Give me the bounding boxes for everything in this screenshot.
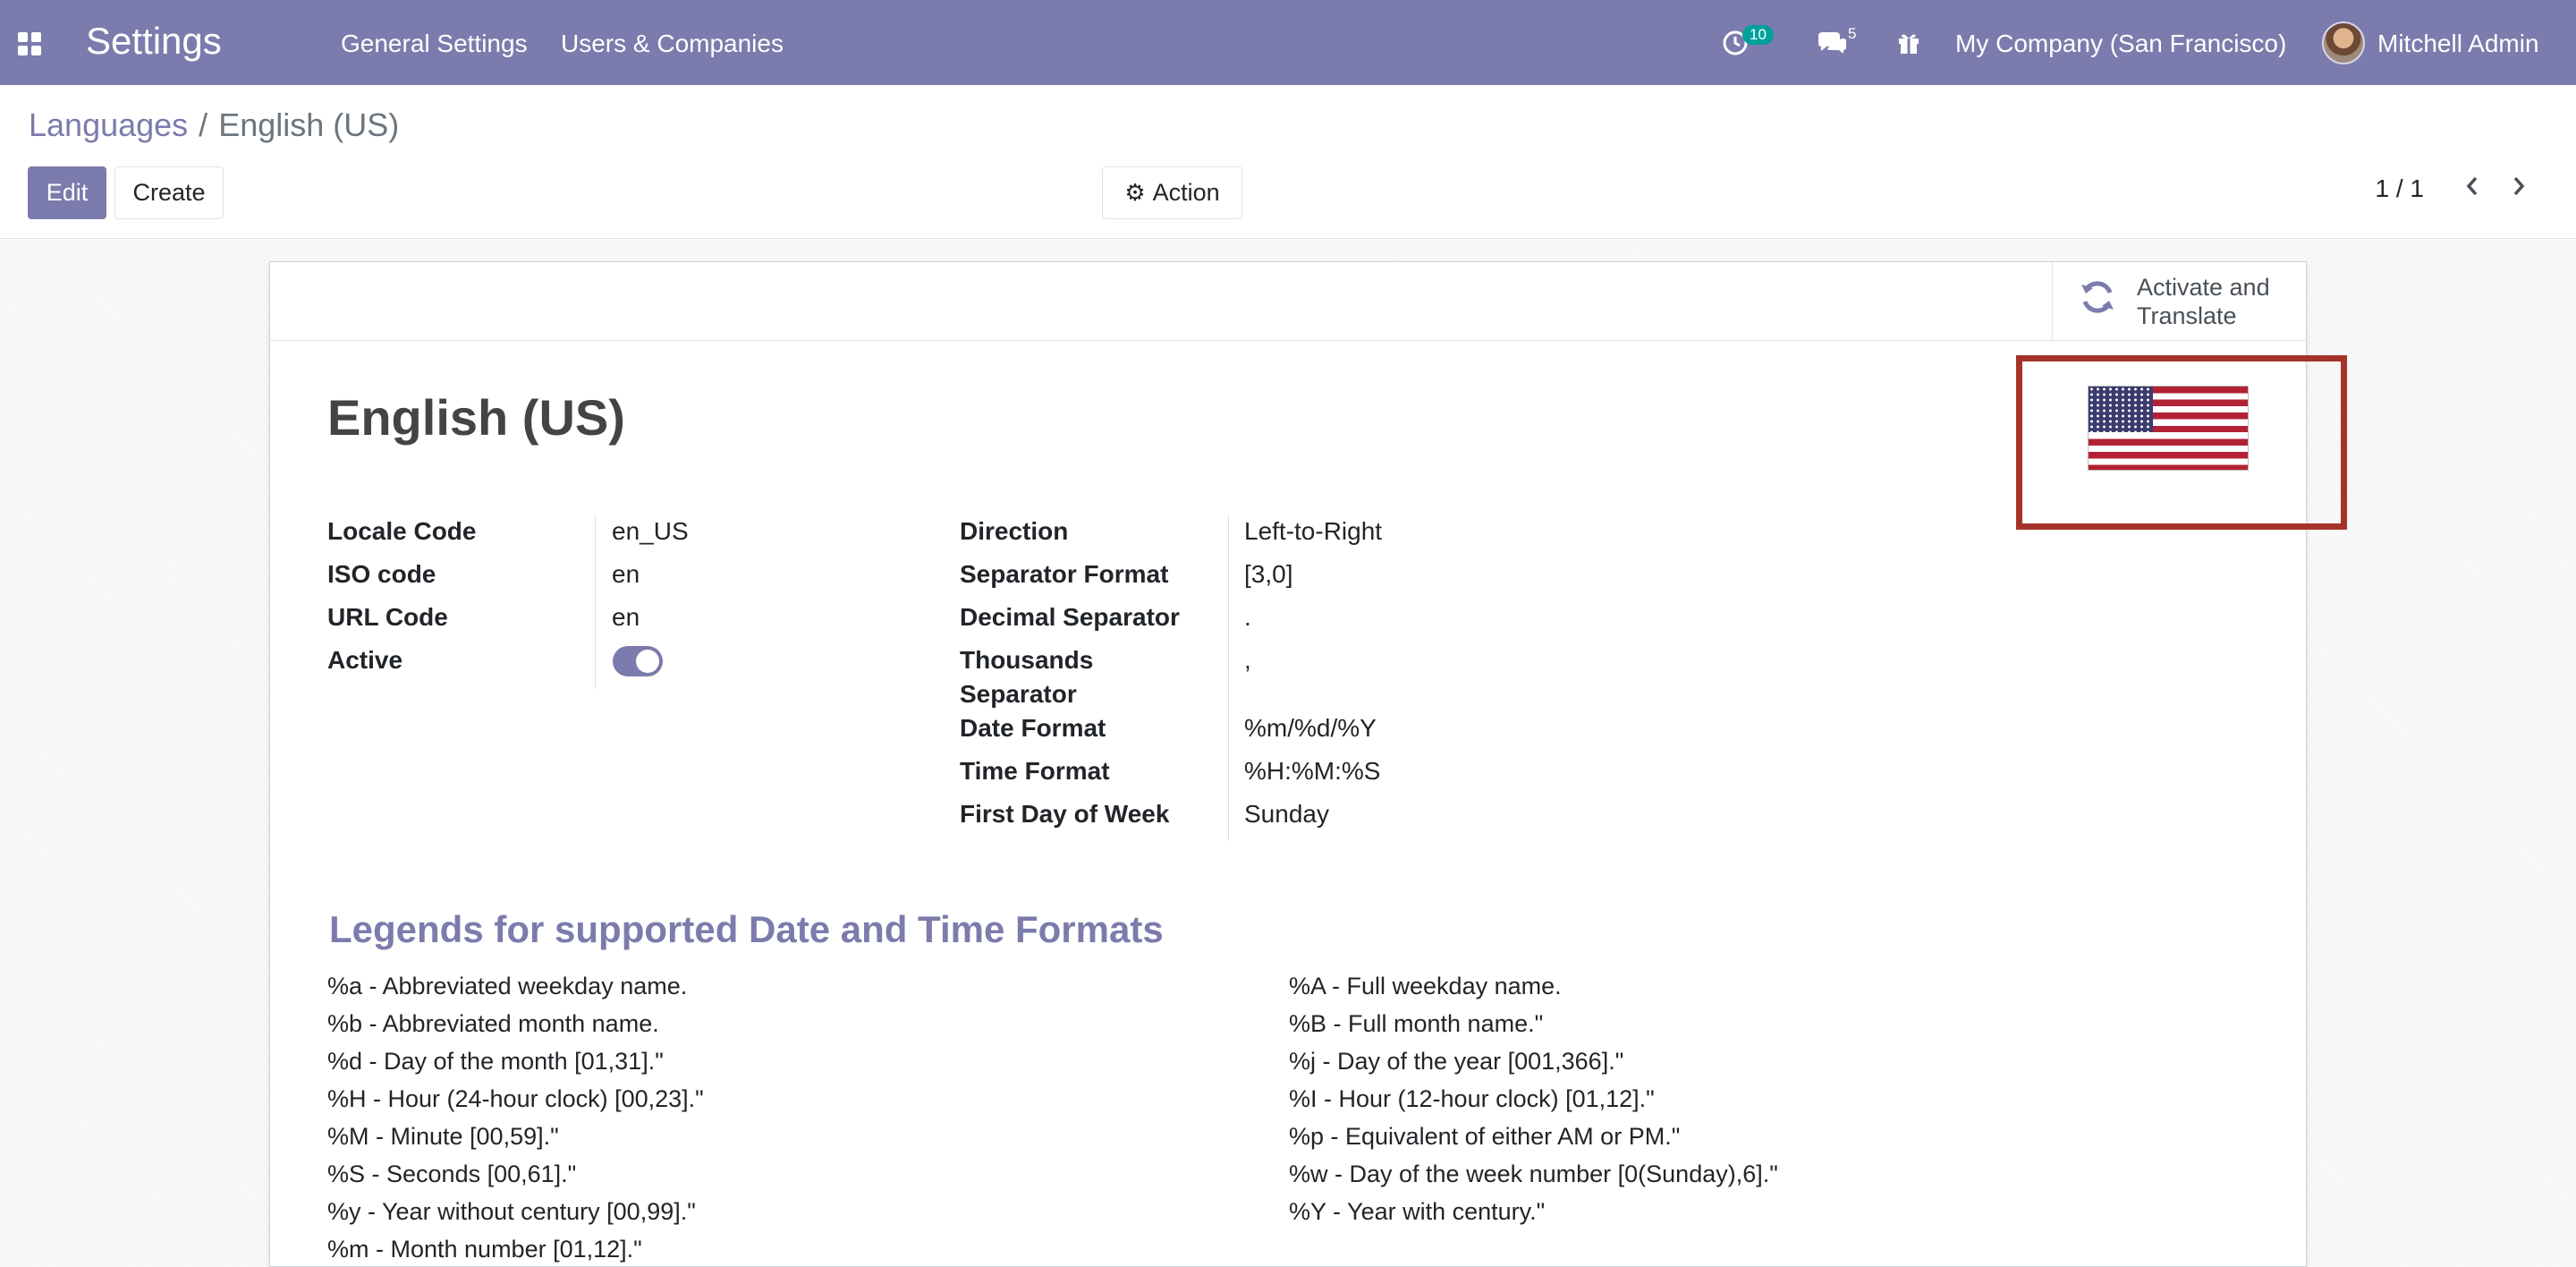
value-time-format: %H:%M:%S <box>1244 757 1381 785</box>
value-first-day-of-week: Sunday <box>1244 800 1329 828</box>
company-switcher[interactable]: My Company (San Francisco) <box>1955 30 2286 58</box>
legend-item: %S - Seconds [00,61]." <box>327 1161 577 1187</box>
label-separator-format: Separator Format <box>960 560 1169 588</box>
user-avatar[interactable] <box>2322 21 2365 64</box>
legend-item: %b - Abbreviated month name. <box>327 1010 659 1037</box>
chat-icon[interactable] <box>1816 30 1848 57</box>
value-thousands-separator: , <box>1244 646 1251 674</box>
left-group-divider <box>595 514 596 689</box>
breadcrumb-languages-link[interactable]: Languages <box>29 106 188 143</box>
label-time-format: Time Format <box>960 757 1110 785</box>
active-toggle[interactable] <box>613 646 663 676</box>
legend-item: %y - Year without century [00,99]." <box>327 1198 696 1225</box>
chevron-left-icon[interactable] <box>2462 171 2481 209</box>
activate-translate-label: Activate and Translate <box>2137 273 2270 330</box>
value-decimal-separator: . <box>1244 603 1251 631</box>
activate-translate-line2: Translate <box>2137 302 2237 329</box>
edit-button[interactable]: Edit <box>28 166 106 219</box>
legend-item: %B - Full month name." <box>1289 1010 1544 1037</box>
value-direction: Left-to-Right <box>1244 517 1383 545</box>
action-button-label: Action <box>1152 179 1220 206</box>
button-box: Activate and Translate <box>270 262 2306 341</box>
value-locale-code: en_US <box>612 517 689 545</box>
chevron-right-icon[interactable] <box>2510 171 2529 209</box>
right-group-divider <box>1228 514 1229 841</box>
activate-translate-line1: Activate and <box>2137 274 2270 301</box>
label-locale-code: Locale Code <box>327 517 477 545</box>
gear-icon: ⚙ <box>1124 179 1146 206</box>
legend-item: %H - Hour (24-hour clock) [00,23]." <box>327 1085 704 1112</box>
legend-item: %a - Abbreviated weekday name. <box>327 973 688 999</box>
pager-value[interactable]: 1 / 1 <box>2376 174 2424 203</box>
action-button[interactable]: ⚙ Action <box>1102 166 1242 219</box>
record-title: English (US) <box>327 389 625 446</box>
legend-item: %m - Month number [01,12]." <box>327 1236 642 1263</box>
legend-title: Legends for supported Date and Time Form… <box>329 908 1164 950</box>
label-active: Active <box>327 646 403 674</box>
legend-item: %j - Day of the year [001,366]." <box>1289 1048 1624 1075</box>
value-separator-format: [3,0] <box>1244 560 1293 588</box>
app-brand[interactable]: Settings <box>86 20 222 63</box>
activate-translate-button[interactable]: Activate and Translate <box>2052 262 2306 341</box>
label-first-day-of-week: First Day of Week <box>960 800 1170 828</box>
label-url-code: URL Code <box>327 603 448 631</box>
label-direction: Direction <box>960 517 1069 545</box>
messages-count-badge: 5 <box>1848 25 1857 42</box>
menu-general-settings[interactable]: General Settings <box>341 30 528 58</box>
breadcrumb: Languages / English (US) <box>29 106 399 144</box>
label-date-format: Date Format <box>960 714 1106 742</box>
legend-item: %Y - Year with century." <box>1289 1198 1546 1225</box>
breadcrumb-current: English (US) <box>218 106 400 143</box>
top-navbar: Settings General Settings Users & Compan… <box>0 0 2576 85</box>
activity-count-badge: 10 <box>1742 25 1774 45</box>
legend-item: %M - Minute [00,59]." <box>327 1123 559 1150</box>
menu-users-companies[interactable]: Users & Companies <box>561 30 784 58</box>
legend-item: %w - Day of the week number [0(Sunday),6… <box>1289 1161 1778 1187</box>
flag-us-icon[interactable] <box>2088 386 2249 471</box>
legend-item: %I - Hour (12-hour clock) [01,12]." <box>1289 1085 1655 1112</box>
value-url-code: en <box>612 603 640 631</box>
user-menu[interactable]: Mitchell Admin <box>2377 30 2539 58</box>
legend-item: %d - Day of the month [01,31]." <box>327 1048 664 1075</box>
value-date-format: %m/%d/%Y <box>1244 714 1377 742</box>
refresh-icon <box>2078 277 2128 327</box>
legend-item: %p - Equivalent of either AM or PM." <box>1289 1123 1681 1150</box>
label-thousands-separator-line1: Thousands <box>960 646 1094 674</box>
value-iso-code: en <box>612 560 640 588</box>
legend-item: %A - Full weekday name. <box>1289 973 1562 999</box>
create-button[interactable]: Create <box>114 166 224 219</box>
control-panel: Languages / English (US) Edit Create ⚙ Acti… <box>0 85 2576 239</box>
apps-menu-icon[interactable] <box>18 32 41 55</box>
label-iso-code: ISO code <box>327 560 436 588</box>
gift-icon[interactable] <box>1896 30 1921 55</box>
label-decimal-separator: Decimal Separator <box>960 603 1180 631</box>
label-thousands-separator-line2: Separator <box>960 680 1077 708</box>
breadcrumb-separator: / <box>199 106 208 143</box>
